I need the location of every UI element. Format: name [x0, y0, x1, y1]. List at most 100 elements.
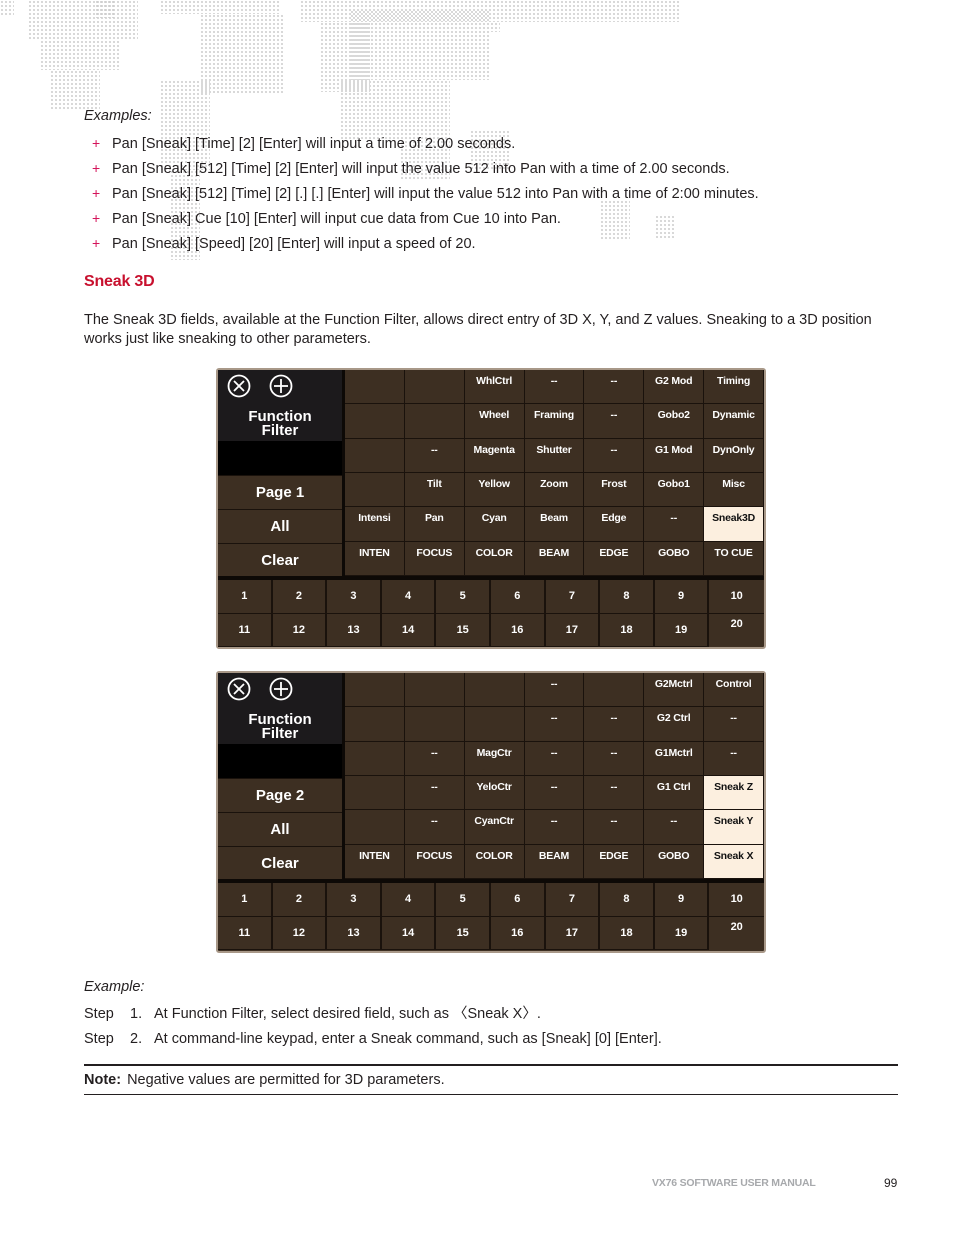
all-button[interactable]: All [218, 812, 342, 845]
function-cell[interactable]: Gobo2 [644, 404, 705, 439]
function-cell[interactable]: EDGE [584, 844, 645, 879]
function-cell[interactable] [345, 741, 405, 776]
number-button[interactable]: 17 [545, 613, 601, 647]
function-cell[interactable]: -- [584, 370, 645, 405]
function-cell[interactable]: -- [584, 741, 645, 776]
function-cell[interactable]: -- [584, 404, 645, 439]
function-cell[interactable] [404, 370, 465, 405]
function-cell[interactable]: TO CUE [704, 541, 764, 576]
function-cell[interactable]: Tilt [404, 472, 465, 508]
function-cell[interactable]: Pan [404, 507, 465, 542]
number-button[interactable]: 4 [381, 580, 437, 614]
function-cell[interactable]: G1 Mod [644, 438, 705, 473]
number-button[interactable]: 3 [327, 580, 382, 614]
function-cell[interactable] [584, 673, 645, 708]
function-cell[interactable]: COLOR [464, 541, 525, 576]
function-cell[interactable]: Framing [524, 404, 585, 439]
function-cell[interactable]: -- [644, 810, 705, 845]
number-button[interactable]: 14 [381, 916, 437, 950]
function-cell[interactable] [345, 404, 405, 439]
function-cell[interactable]: GOBO [644, 541, 705, 576]
function-cell[interactable]: -- [704, 707, 764, 742]
function-cell[interactable] [345, 438, 405, 473]
function-cell[interactable]: INTEN [345, 844, 405, 879]
function-cell[interactable]: Magenta [464, 438, 525, 473]
number-button[interactable]: 6 [490, 580, 546, 614]
number-button[interactable]: 20 [709, 917, 764, 951]
number-button[interactable]: 18 [600, 916, 655, 950]
number-button[interactable]: 19 [654, 916, 710, 950]
number-button[interactable]: 6 [490, 883, 546, 917]
function-cell[interactable]: Cyan [464, 507, 525, 542]
function-cell[interactable]: Wheel [464, 404, 525, 439]
function-cell[interactable] [404, 404, 465, 439]
function-cell[interactable]: Shutter [524, 438, 585, 473]
function-cell[interactable]: Misc [704, 472, 764, 508]
function-cell[interactable]: G1Mctrl [644, 741, 705, 776]
number-button[interactable]: 5 [436, 883, 491, 917]
function-cell[interactable]: EDGE [584, 541, 645, 576]
function-cell[interactable] [404, 673, 465, 708]
function-cell[interactable]: -- [404, 741, 465, 776]
number-button[interactable]: 10 [709, 580, 764, 614]
page-button[interactable]: Page 2 [218, 778, 342, 811]
function-cell[interactable]: YeloCtr [464, 775, 525, 811]
function-cell[interactable]: -- [584, 775, 645, 811]
function-cell[interactable]: Control [704, 673, 764, 708]
function-cell[interactable]: G2 Mod [644, 370, 705, 405]
function-cell[interactable]: -- [644, 507, 705, 542]
number-button[interactable]: 11 [218, 916, 273, 950]
number-button[interactable]: 8 [600, 883, 655, 917]
clear-button[interactable]: Clear [218, 543, 342, 576]
function-cell[interactable]: CyanCtr [464, 810, 525, 845]
function-cell[interactable] [464, 707, 525, 742]
function-cell[interactable] [345, 707, 405, 742]
number-button[interactable]: 13 [327, 613, 382, 647]
number-button[interactable]: 15 [436, 916, 491, 950]
number-button[interactable]: 7 [545, 883, 601, 917]
number-button[interactable]: 3 [327, 883, 382, 917]
number-button[interactable]: 14 [381, 613, 437, 647]
function-cell[interactable]: FOCUS [404, 541, 465, 576]
number-button[interactable]: 15 [436, 613, 491, 647]
number-button[interactable]: 12 [272, 613, 328, 647]
number-button[interactable]: 2 [272, 580, 328, 614]
function-cell[interactable]: Sneak X [704, 844, 764, 879]
function-cell[interactable]: -- [524, 673, 585, 708]
function-cell[interactable]: INTEN [345, 541, 405, 576]
function-cell[interactable]: G1 Ctrl [644, 775, 705, 811]
function-cell[interactable]: FOCUS [404, 844, 465, 879]
function-cell[interactable]: Sneak Y [704, 810, 764, 845]
number-button[interactable]: 17 [545, 916, 601, 950]
function-cell[interactable]: DynOnly [704, 438, 764, 473]
function-cell[interactable]: -- [704, 741, 764, 776]
number-button[interactable]: 9 [654, 883, 710, 917]
function-cell[interactable]: MagCtr [464, 741, 525, 776]
function-cell[interactable]: Intensi [345, 507, 405, 542]
number-button[interactable]: 13 [327, 916, 382, 950]
function-cell[interactable] [345, 472, 405, 508]
function-cell[interactable]: -- [584, 707, 645, 742]
function-cell[interactable]: WhlCtrl [464, 370, 525, 405]
add-circle-icon[interactable] [269, 677, 293, 701]
page-button[interactable]: Page 1 [218, 475, 342, 508]
number-button[interactable]: 16 [490, 916, 546, 950]
function-cell[interactable]: -- [524, 707, 585, 742]
function-cell[interactable] [464, 673, 525, 708]
number-button[interactable]: 16 [490, 613, 546, 647]
function-cell[interactable]: BEAM [524, 844, 585, 879]
number-button[interactable]: 12 [272, 916, 328, 950]
number-button[interactable]: 1 [218, 883, 273, 917]
function-cell[interactable]: Edge [584, 507, 645, 542]
all-button[interactable]: All [218, 509, 342, 542]
function-cell[interactable]: -- [524, 370, 585, 405]
function-cell[interactable]: -- [404, 775, 465, 811]
function-cell[interactable] [345, 810, 405, 845]
function-cell[interactable] [404, 707, 465, 742]
function-cell[interactable]: Beam [524, 507, 585, 542]
close-circle-icon[interactable] [227, 677, 251, 701]
function-cell[interactable]: -- [404, 810, 465, 845]
function-cell[interactable] [345, 673, 405, 708]
number-button[interactable]: 1 [218, 580, 273, 614]
function-cell[interactable]: -- [524, 741, 585, 776]
